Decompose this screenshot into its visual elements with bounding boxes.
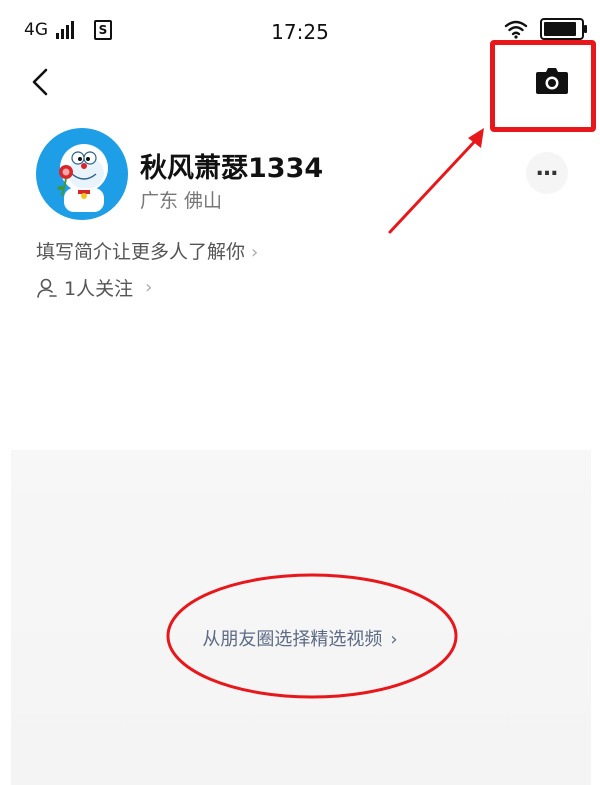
bio-prompt-link[interactable]: 填写简介让更多人了解你 › xyxy=(36,237,258,264)
doraemon-avatar-icon xyxy=(57,144,108,212)
back-button[interactable] xyxy=(26,64,58,100)
featured-videos-panel xyxy=(11,450,591,785)
battery-icon xyxy=(540,18,587,40)
battery-level xyxy=(544,22,577,36)
user-name: 秋风萧瑟1334 xyxy=(140,153,324,184)
wifi-icon xyxy=(504,20,528,39)
follow-count-text: 1人关注 xyxy=(64,278,134,300)
status-right xyxy=(504,18,587,40)
follow-count-link[interactable]: 1人关注 › xyxy=(36,274,152,301)
chevron-right-icon: › xyxy=(390,629,398,650)
bio-prompt-text: 填写简介让更多人了解你 xyxy=(36,241,246,263)
more-button[interactable]: … xyxy=(526,152,568,194)
chevron-right-icon: › xyxy=(251,242,259,263)
chevron-right-icon: › xyxy=(145,277,153,298)
person-icon xyxy=(37,278,57,298)
select-featured-videos-link[interactable]: 从朋友圈选择精选视频 › xyxy=(0,625,600,651)
annotation-rectangle xyxy=(490,40,596,132)
featured-link-text: 从朋友圈选择精选视频 xyxy=(202,629,383,650)
chevron-left-icon xyxy=(32,68,48,96)
more-dots-icon: … xyxy=(536,156,558,181)
user-location: 广东 佛山 xyxy=(140,190,223,212)
avatar[interactable] xyxy=(36,128,128,220)
